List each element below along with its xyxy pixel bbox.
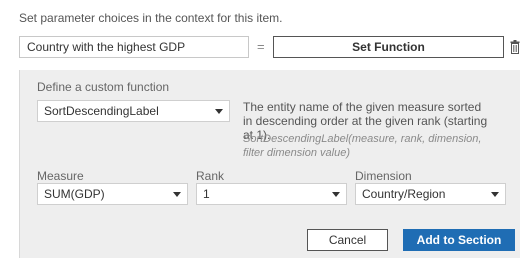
chevron-down-icon (332, 192, 340, 197)
add-to-section-button[interactable]: Add to Section (403, 229, 515, 251)
measure-select[interactable]: SUM(GDP) (37, 183, 188, 205)
measure-select-value: SUM(GDP) (44, 187, 105, 201)
rank-select-value: 1 (203, 187, 210, 201)
function-select[interactable]: SortDescendingLabel (37, 100, 230, 122)
dimension-select-value: Country/Region (362, 187, 446, 201)
chevron-down-icon (173, 192, 181, 197)
cancel-button[interactable]: Cancel (307, 229, 388, 251)
rank-label: Rank (196, 169, 225, 183)
function-syntax: SortDescendingLabel(measure, rank, dimen… (243, 133, 482, 159)
custom-function-panel: Define a custom function SortDescendingL… (19, 70, 520, 258)
rank-select[interactable]: 1 (196, 183, 347, 205)
equals-sign: = (257, 39, 265, 54)
chevron-down-icon (491, 192, 499, 197)
function-select-value: SortDescendingLabel (44, 104, 159, 118)
trash-icon[interactable] (510, 40, 520, 54)
set-function-button[interactable]: Set Function (273, 36, 504, 58)
parameter-input[interactable]: Country with the highest GDP (19, 36, 249, 58)
dimension-label: Dimension (355, 169, 412, 183)
dimension-select[interactable]: Country/Region (355, 183, 506, 205)
custom-function-heading: Define a custom function (37, 80, 170, 94)
intro-text: Set parameter choices in the context for… (19, 11, 283, 25)
chevron-down-icon (215, 109, 223, 114)
measure-label: Measure (37, 169, 84, 183)
